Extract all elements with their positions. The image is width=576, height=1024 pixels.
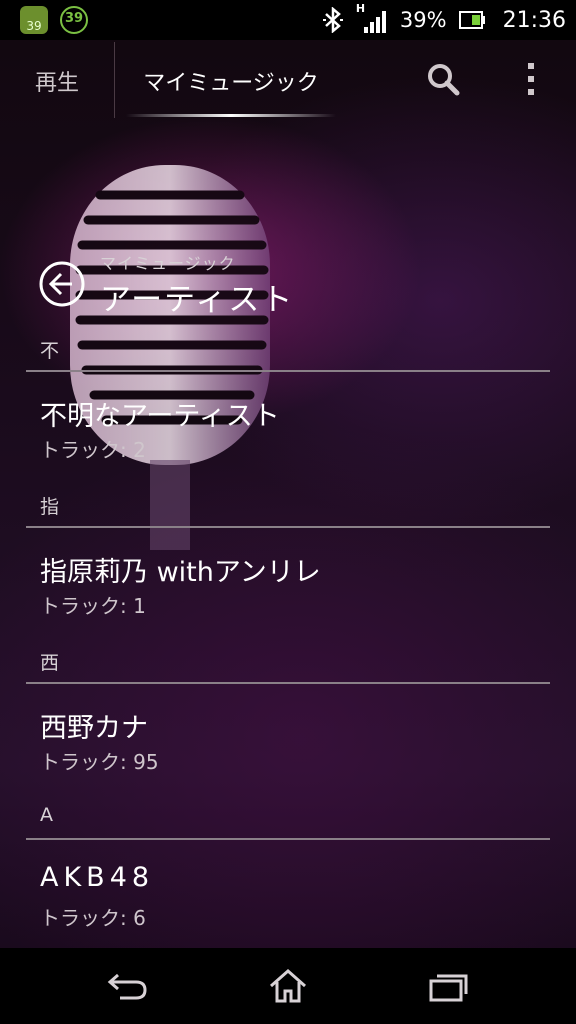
back-icon (107, 973, 147, 1000)
section-header: 西 (0, 642, 576, 684)
section-header: 不 (0, 330, 576, 372)
section-header: 指 (0, 486, 576, 528)
action-bar: 再生 マイミュージック (0, 40, 576, 122)
overflow-menu-icon (528, 63, 534, 95)
nav-back-button[interactable] (98, 962, 158, 1010)
section-index: 不 (40, 340, 60, 362)
battery-icon (458, 11, 485, 29)
sync-notification-icon: 39 (60, 6, 88, 34)
search-icon (428, 64, 460, 96)
breadcrumb: マイミュージック (100, 254, 236, 273)
section-index: 指 (40, 496, 60, 518)
list-item[interactable]: 不明なアーティスト トラック: 2 (0, 372, 576, 486)
list-item[interactable]: AKB48 トラック: 6 (0, 840, 576, 954)
search-button[interactable] (418, 54, 468, 104)
list-item[interactable]: 西野カナ トラック: 95 (0, 684, 576, 798)
back-circle-icon (39, 261, 85, 307)
artist-name: AKB48 (40, 862, 155, 893)
list-item[interactable]: 指原莉乃 withアンリレ トラック: 1 (0, 528, 576, 642)
artist-name: 指原莉乃 withアンリレ (40, 557, 321, 588)
notification-count: 39 (26, 19, 42, 33)
track-count: トラック: 1 (40, 594, 146, 618)
artist-name: 西野カナ (40, 713, 148, 744)
artist-name: 不明なアーティスト (40, 401, 280, 432)
page-title: アーティスト (100, 282, 295, 318)
track-count: トラック: 95 (40, 750, 159, 774)
section-header: A (0, 798, 576, 840)
track-count: トラック: 2 (40, 438, 146, 462)
track-count: トラック: 6 (40, 906, 146, 930)
notification-count: 39 (64, 11, 84, 26)
signal-icon: H (356, 2, 390, 34)
tab-play[interactable]: 再生 (0, 40, 114, 122)
nav-recent-apps-button[interactable] (418, 962, 478, 1010)
section-index: A (40, 804, 53, 826)
clock: 21:36 (502, 7, 566, 33)
section-index: 西 (40, 652, 60, 674)
android-notification-icon: 39 (20, 6, 48, 34)
battery-percent: 39% (399, 8, 447, 32)
navigation-bar (0, 948, 576, 1024)
tab-my-music[interactable]: マイミュージック (116, 40, 346, 122)
nav-home-button[interactable] (258, 962, 318, 1010)
back-button[interactable] (38, 260, 86, 308)
overflow-menu-button[interactable] (508, 54, 554, 104)
bluetooth-icon (322, 7, 343, 33)
selected-tab-indicator (126, 114, 336, 117)
recent-apps-icon (429, 974, 468, 1002)
tab-divider (114, 42, 115, 118)
page-header: マイミュージック アーティスト (38, 246, 548, 326)
artist-list: 不 不明なアーティスト トラック: 2 指 指原莉乃 withアンリレ トラック… (0, 330, 576, 954)
status-bar: 39 39 H 39% 21:36 (0, 0, 576, 40)
home-icon (270, 968, 306, 1003)
